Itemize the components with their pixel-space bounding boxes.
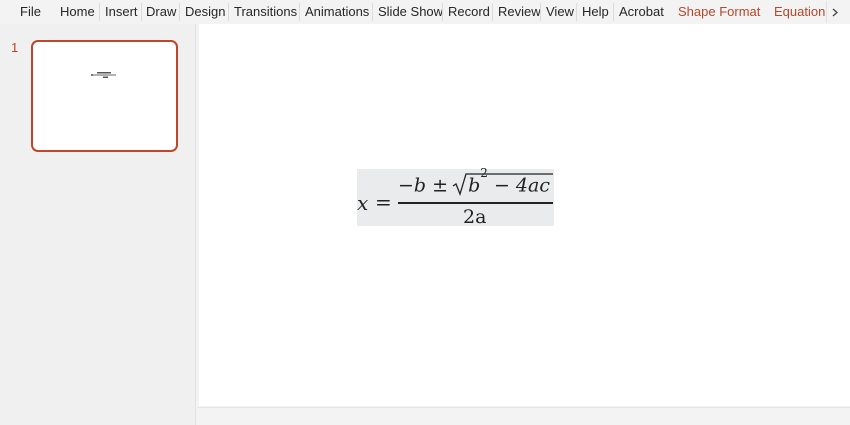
tab-acrobat[interactable]: Acrobat [619, 0, 664, 24]
slide-thumbnail[interactable] [31, 40, 178, 152]
square-root-icon [452, 173, 553, 196]
tab-view[interactable]: View [546, 0, 574, 24]
equation-denominator: 2a [463, 206, 487, 228]
equation-lhs: x [357, 191, 369, 215]
tab-help[interactable]: Help [582, 0, 609, 24]
tab-record[interactable]: Record [448, 0, 490, 24]
horizontal-scrollbar[interactable] [197, 407, 850, 425]
tab-separator [372, 3, 373, 21]
tab-separator [613, 3, 614, 21]
thumbnail-equation-preview [91, 72, 116, 78]
ribbon-tab-bar: File Home Insert Draw Design Transitions… [0, 0, 850, 24]
tab-separator [179, 3, 180, 21]
slide-number: 1 [11, 40, 19, 55]
tab-separator [576, 3, 577, 21]
tab-draw[interactable]: Draw [146, 0, 176, 24]
tab-file[interactable]: File [20, 0, 41, 24]
tab-separator [228, 3, 229, 21]
tab-animations[interactable]: Animations [305, 0, 369, 24]
tab-separator [540, 3, 541, 21]
chevron-right-icon [832, 8, 838, 17]
numerator-prefix: −b ± [398, 174, 455, 197]
tab-home[interactable]: Home [60, 0, 95, 24]
tab-separator [99, 3, 100, 21]
tab-design[interactable]: Design [185, 0, 225, 24]
fraction-bar [398, 202, 553, 204]
ribbon-scroll-right-button[interactable] [826, 1, 842, 23]
equation-equals: = [375, 190, 392, 214]
tab-transitions[interactable]: Transitions [234, 0, 297, 24]
tab-review[interactable]: Review [498, 0, 541, 24]
tab-separator [299, 3, 300, 21]
tab-shape-format[interactable]: Shape Format [678, 0, 760, 24]
tab-insert[interactable]: Insert [105, 0, 138, 24]
tab-equation[interactable]: Equation [774, 0, 825, 24]
tab-separator [141, 3, 142, 21]
tab-slide-show[interactable]: Slide Show [378, 0, 443, 24]
tab-separator [442, 3, 443, 21]
tab-separator [492, 3, 493, 21]
